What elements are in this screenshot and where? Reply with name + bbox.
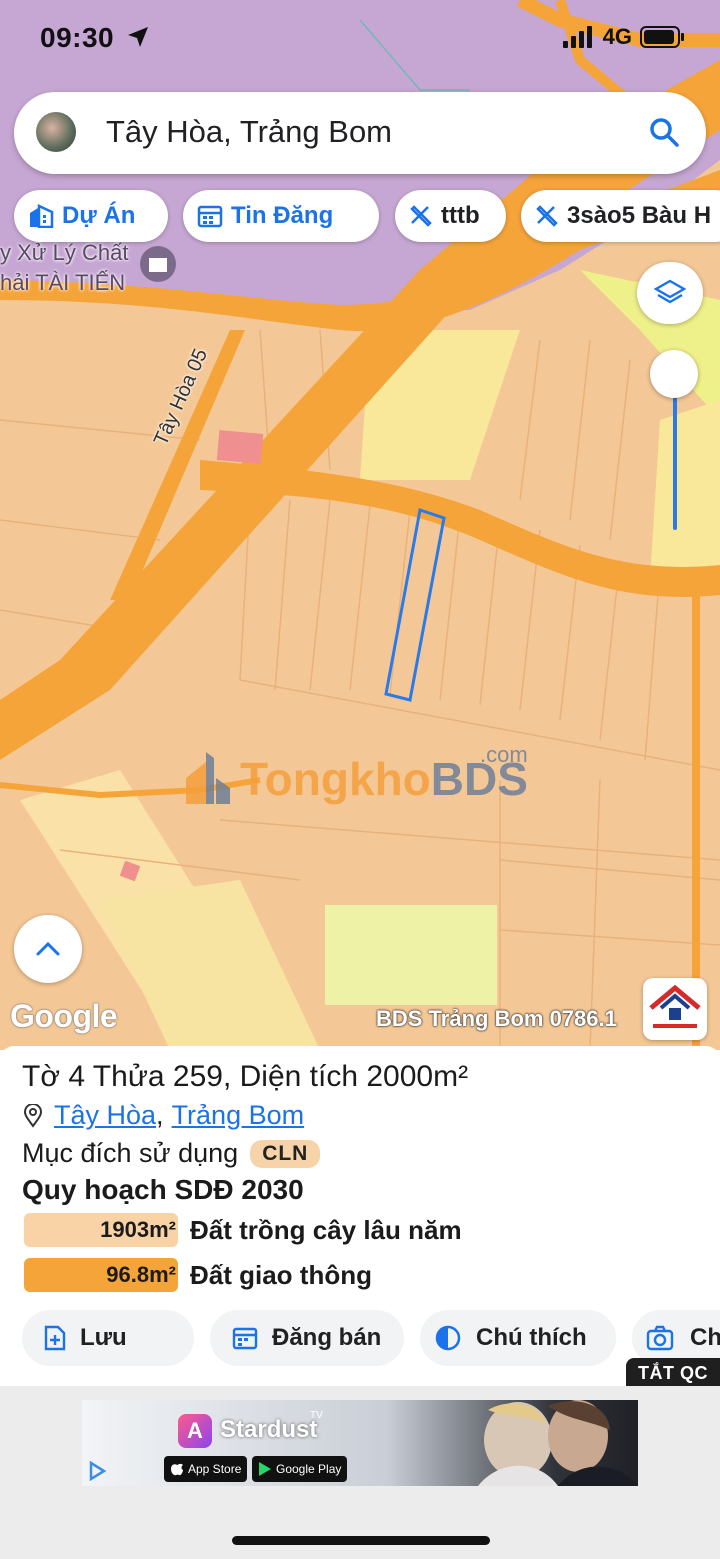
plan-title: Quy hoạch SDĐ 2030 xyxy=(22,1174,304,1205)
google-play-badge[interactable]: Google Play xyxy=(252,1456,348,1482)
listing-icon xyxy=(197,205,223,228)
app-store-badge[interactable]: App Store xyxy=(164,1456,248,1482)
plan-row: 1903m² Đất trồng cây lâu năm xyxy=(24,1212,462,1248)
purpose-label: Mục đích sử dụng xyxy=(22,1138,239,1168)
save-button[interactable]: Lưu xyxy=(22,1310,194,1366)
search-bar[interactable]: Tây Hòa, Trảng Bom xyxy=(14,92,706,174)
location-separator: , xyxy=(156,1100,164,1130)
location-pin-icon xyxy=(23,1103,43,1128)
plan-row-label: Đất giao thông xyxy=(190,1259,372,1290)
status-right: 4G xyxy=(562,24,686,50)
plan-row-area: 1903m² xyxy=(24,1213,178,1247)
ad-app-name: Stardust xyxy=(220,1416,318,1443)
chip-3sao5-label: 3sào5 Bàu H xyxy=(567,202,712,229)
poi-label-line2: hải TÀI TIẾN xyxy=(0,270,126,295)
chevron-up-icon xyxy=(36,941,60,956)
watermark-logo-icon xyxy=(186,752,230,804)
battery-icon xyxy=(640,26,684,48)
parcel-info-panel: Tờ 4 Thửa 259, Diện tích 2000m² Tây Hòa … xyxy=(0,1046,720,1386)
chip-tttb[interactable]: tttb xyxy=(395,190,506,242)
watermark-com: .com xyxy=(480,742,528,767)
status-time-text: 09:30 xyxy=(40,22,115,53)
chip-tin-dang-label: Tin Đăng xyxy=(231,202,334,229)
ad-app-tm: TV xyxy=(310,1410,323,1421)
camera-icon xyxy=(646,1325,674,1351)
save-button-label: Lưu xyxy=(80,1324,127,1351)
chip-3sao5[interactable]: 3sào5 Bàu H xyxy=(521,190,720,242)
google-logo: Google xyxy=(10,998,118,1034)
ad-banner[interactable]: A Stardust TV App Store Google Play xyxy=(82,1400,638,1486)
apple-icon xyxy=(171,1463,183,1476)
legend-button[interactable]: Chú thích xyxy=(420,1310,616,1366)
search-query[interactable]: Tây Hòa, Trảng Bom xyxy=(106,114,392,150)
purpose-code-badge: CLN xyxy=(250,1139,321,1168)
play-icon xyxy=(259,1462,271,1476)
ad-image xyxy=(478,1400,638,1486)
map-credit: BDS Trảng Bom 0786.1 xyxy=(376,1006,617,1031)
chip-du-an-label: Dự Án xyxy=(62,202,136,229)
ruler-icon xyxy=(536,205,558,227)
search-icon[interactable] xyxy=(648,116,680,148)
action-bar: Lưu Đăng bán Chú thích Ch xyxy=(0,1310,720,1368)
watermark-tongkho: Tongkho xyxy=(240,753,431,805)
ad-area: A Stardust TV App Store Google Play xyxy=(0,1386,720,1559)
save-file-icon xyxy=(44,1325,66,1351)
calendar-icon xyxy=(232,1327,258,1350)
building-icon xyxy=(30,204,54,228)
plan-row: 96.8m² Đất giao thông xyxy=(24,1257,372,1293)
status-time: 09:30 xyxy=(40,22,150,54)
legend-icon xyxy=(435,1325,461,1351)
location-ward-link[interactable]: Tây Hòa xyxy=(54,1100,156,1131)
signal-icon xyxy=(562,26,592,48)
expand-up-button[interactable] xyxy=(14,915,82,983)
chip-tin-dang[interactable]: Tin Đăng xyxy=(183,190,379,242)
filter-chips: Dự Án Tin Đăng tttb 3sào5 Bàu H xyxy=(14,190,720,244)
google-play-label: Google Play xyxy=(276,1462,342,1476)
plan-row-label: Đất trồng cây lâu năm xyxy=(190,1214,462,1245)
chip-du-an[interactable]: Dự Án xyxy=(14,190,168,242)
legend-button-label: Chú thích xyxy=(476,1324,587,1351)
land-use-purpose: Mục đích sử dụng CLN xyxy=(22,1138,321,1169)
post-sale-button[interactable]: Đăng bán xyxy=(210,1310,404,1366)
network-type: 4G xyxy=(602,24,632,49)
parcel-location: Tây Hòa , Trảng Bom xyxy=(22,1100,304,1131)
watermark: Tongkho BDS .com xyxy=(180,742,528,806)
opacity-slider-knob[interactable] xyxy=(650,350,698,398)
layers-icon xyxy=(654,279,686,304)
close-ad-button[interactable]: TẮT QC xyxy=(626,1358,720,1388)
post-sale-button-label: Đăng bán xyxy=(272,1324,382,1351)
location-arrow-icon xyxy=(128,27,149,47)
plan-row-area: 96.8m² xyxy=(24,1258,178,1292)
brand-logo[interactable] xyxy=(643,978,707,1040)
location-district-link[interactable]: Trảng Bom xyxy=(172,1100,305,1131)
chip-tttb-label: tttb xyxy=(441,202,480,229)
app-store-label: App Store xyxy=(188,1462,242,1476)
ruler-icon xyxy=(410,205,432,227)
house-logo-icon xyxy=(649,984,701,1028)
avatar[interactable] xyxy=(36,112,76,152)
status-bar: 09:30 4G xyxy=(0,0,720,80)
layers-button[interactable] xyxy=(637,262,703,324)
photo-button-label: Ch xyxy=(690,1324,720,1351)
ad-app-icon: A xyxy=(178,1414,212,1448)
parcel-title: Tờ 4 Thửa 259, Diện tích 2000m² xyxy=(22,1060,469,1093)
adchoices-icon[interactable] xyxy=(86,1460,108,1482)
opacity-slider-track[interactable] xyxy=(673,380,677,530)
home-indicator[interactable] xyxy=(232,1536,490,1545)
